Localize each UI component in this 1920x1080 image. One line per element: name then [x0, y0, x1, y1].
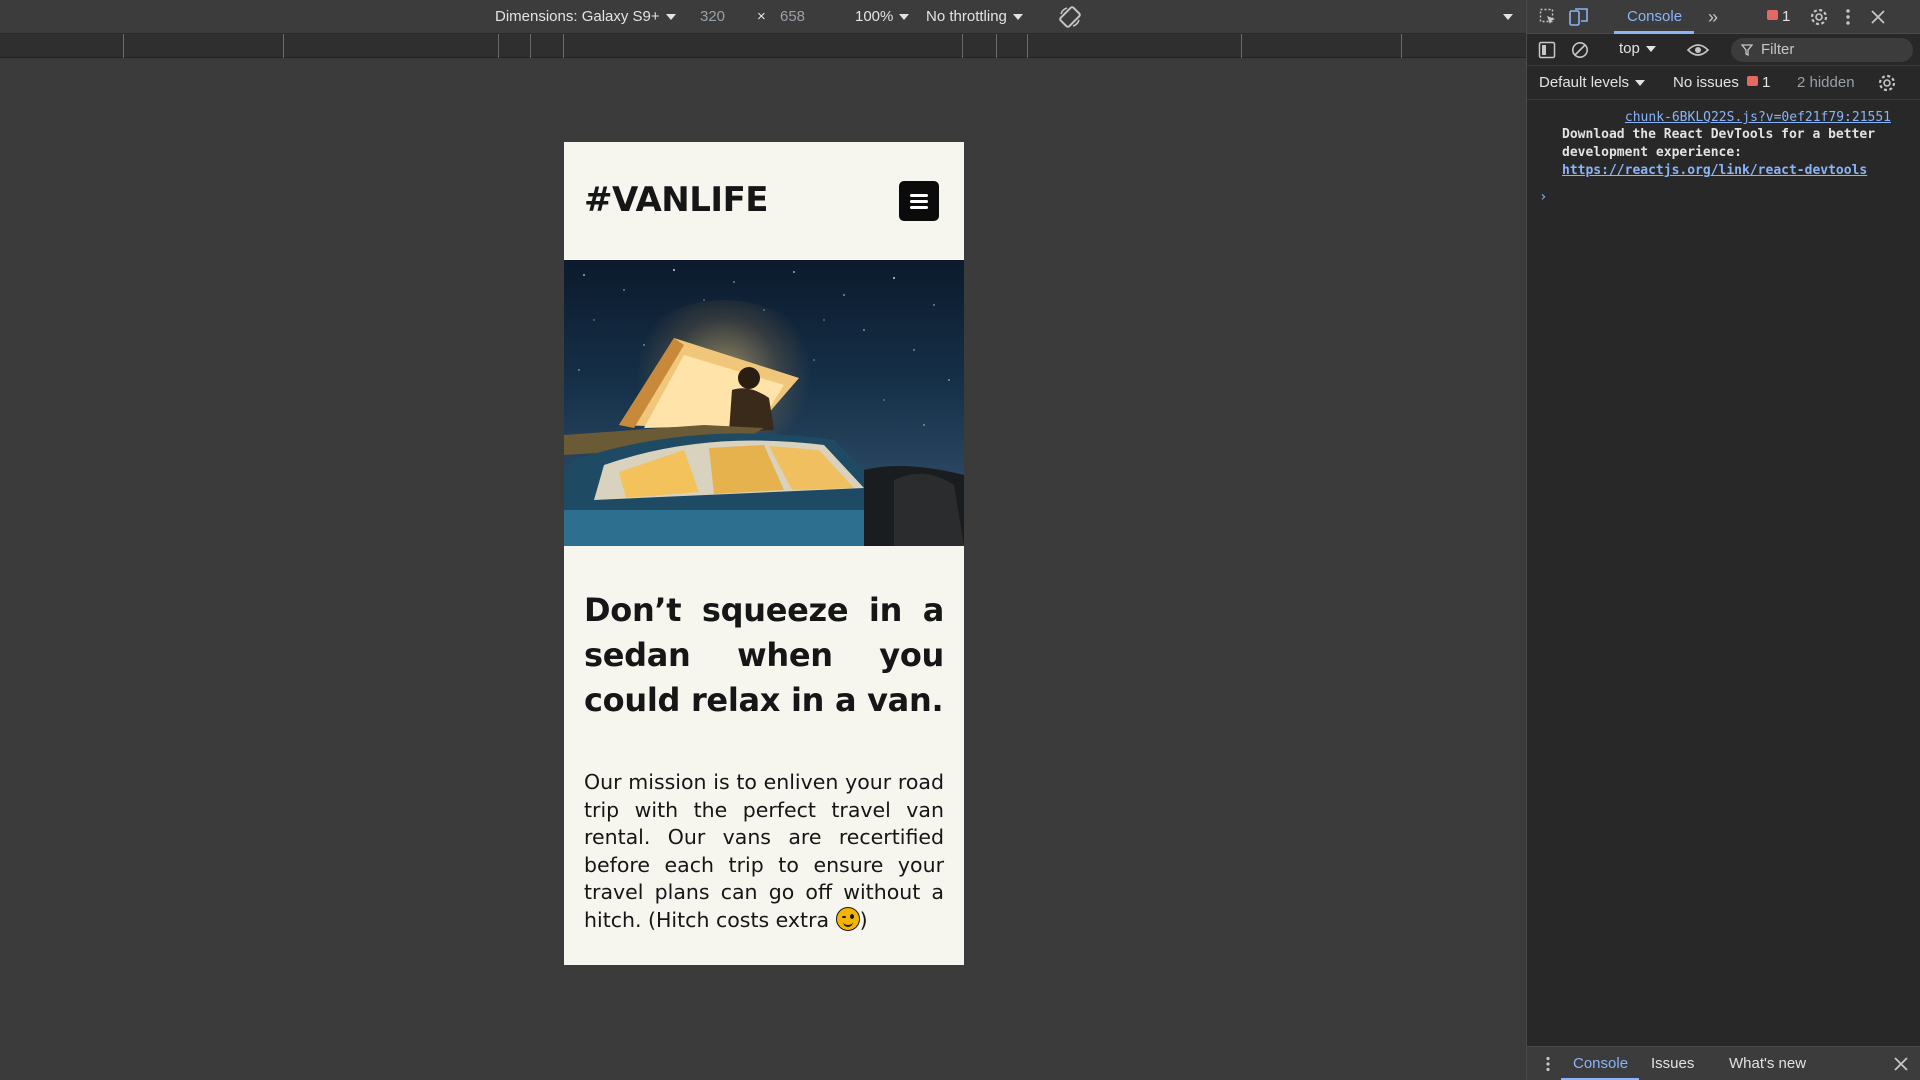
console-settings-gear-icon[interactable] [1877, 73, 1897, 97]
clear-console-icon[interactable] [1571, 41, 1589, 63]
error-count: 1 [1782, 8, 1791, 25]
drawer-tab-console[interactable]: Console [1573, 1047, 1628, 1080]
chevron-down-icon [1645, 46, 1656, 53]
issue-error-icon [1747, 76, 1759, 86]
drawer-tab-whats-new[interactable]: What's new [1729, 1047, 1806, 1080]
throttling-dropdown[interactable]: No throttling [926, 0, 1023, 34]
console-prompt-icon[interactable]: › [1539, 188, 1547, 206]
issues-count: 1 [1762, 74, 1771, 91]
site-header: #VANLIFE [564, 142, 964, 260]
live-expression-eye-icon[interactable] [1686, 42, 1710, 62]
console-levels-bar: Default levels No issues 1 2 hidden [1527, 66, 1920, 100]
filter-input[interactable]: Filter [1731, 38, 1913, 62]
hero-image [564, 260, 964, 546]
filter-placeholder: Filter [1761, 41, 1795, 58]
mission-text: Our mission is to enliven your road trip… [584, 770, 944, 932]
filter-icon [1741, 44, 1753, 56]
devtools-panel: Console » 1 top Filter Default levels No… [1526, 0, 1920, 1080]
source-link[interactable]: chunk-6BKLQ22S.js?v=0ef21f79:21551 [1625, 109, 1891, 127]
width-input[interactable]: 320 [700, 0, 725, 34]
winking-face-emoji-icon [835, 906, 860, 931]
more-tabs-icon[interactable]: » [1708, 0, 1718, 34]
tab-console[interactable]: Console [1627, 0, 1682, 34]
ruler-tick [498, 34, 499, 58]
settings-gear-icon[interactable] [1809, 7, 1829, 32]
emulated-page: #VANLIFE Don’t squeeze in a sedan when y… [564, 142, 964, 965]
ruler-tick [1027, 34, 1028, 58]
console-toolbar: top Filter [1527, 34, 1920, 66]
zoom-dropdown[interactable]: 100% [855, 0, 910, 34]
media-query-ruler[interactable] [0, 34, 1526, 58]
mission-close: ) [859, 907, 868, 932]
react-devtools-link[interactable]: https://reactjs.org/link/react-devtools [1562, 163, 1867, 178]
error-icon [1767, 10, 1778, 20]
emulated-viewport-area: #VANLIFE Don’t squeeze in a sedan when y… [0, 58, 1526, 1080]
close-icon[interactable] [1870, 9, 1886, 30]
inspect-element-icon[interactable] [1539, 8, 1557, 31]
times-sign: × [757, 8, 766, 25]
site-logo[interactable]: #VANLIFE [584, 180, 769, 220]
chevron-down-icon [899, 14, 910, 21]
hero-headline: Don’t squeeze in a sedan when you could … [584, 591, 944, 719]
throttling-label: No throttling [926, 8, 1007, 25]
issues-counter[interactable]: No issues 1 [1673, 74, 1770, 91]
menu-icon-bar [910, 200, 928, 203]
height-input[interactable]: 658 [780, 0, 805, 34]
hamburger-menu-button[interactable] [899, 181, 939, 221]
ruler-tick [123, 34, 124, 58]
device-toggle-icon[interactable] [1569, 8, 1589, 31]
sidebar-toggle-icon[interactable] [1538, 41, 1556, 63]
devtools-drawer-tabbar: Console Issues What's new [1527, 1046, 1920, 1080]
error-counter[interactable]: 1 [1767, 0, 1790, 34]
ruler-tick [996, 34, 997, 58]
ruler-tick [283, 34, 284, 58]
default-levels-dropdown[interactable]: Default levels [1539, 74, 1646, 91]
chevron-down-icon [1503, 14, 1513, 21]
console-message: Download the React DevTools for a better… [1562, 126, 1902, 180]
chevron-down-icon [1635, 80, 1646, 87]
ruler-tick [530, 34, 531, 58]
chevron-down-icon [1012, 14, 1023, 21]
van-illustration [564, 338, 964, 546]
ruler-tick [1401, 34, 1402, 58]
drawer-tab-issues[interactable]: Issues [1651, 1047, 1694, 1080]
console-message-text: Download the React DevTools for a better… [1562, 127, 1876, 160]
menu-icon-bar [910, 206, 928, 209]
dimensions-label: Dimensions: Galaxy S9+ [495, 8, 660, 25]
drawer-menu-icon[interactable] [1545, 1056, 1551, 1076]
hidden-messages-count: 2 hidden [1797, 74, 1855, 91]
ruler-tick [563, 34, 564, 58]
ruler-tick [1241, 34, 1242, 58]
default-levels-label: Default levels [1539, 74, 1630, 91]
device-toolbar: Dimensions: Galaxy S9+ 320 × 658 100% No… [0, 0, 1526, 34]
menu-icon-bar [910, 194, 928, 197]
chevron-down-icon [665, 14, 676, 21]
mission-paragraph: Our mission is to enliven your road trip… [584, 769, 944, 934]
context-selector[interactable]: top [1619, 40, 1656, 57]
more-options-caret[interactable] [1497, 0, 1513, 34]
ruler-tick [962, 34, 963, 58]
devtools-tabbar: Console » 1 [1527, 0, 1920, 34]
no-issues-label: No issues [1673, 74, 1739, 91]
context-label: top [1619, 40, 1640, 57]
rotate-icon[interactable] [1058, 5, 1082, 29]
dimensions-dropdown[interactable]: Dimensions: Galaxy S9+ [495, 0, 676, 34]
kebab-menu-icon[interactable] [1845, 8, 1851, 31]
hero-content: Don’t squeeze in a sedan when you could … [564, 546, 964, 934]
zoom-label: 100% [855, 8, 894, 25]
drawer-close-icon[interactable] [1894, 1057, 1908, 1075]
